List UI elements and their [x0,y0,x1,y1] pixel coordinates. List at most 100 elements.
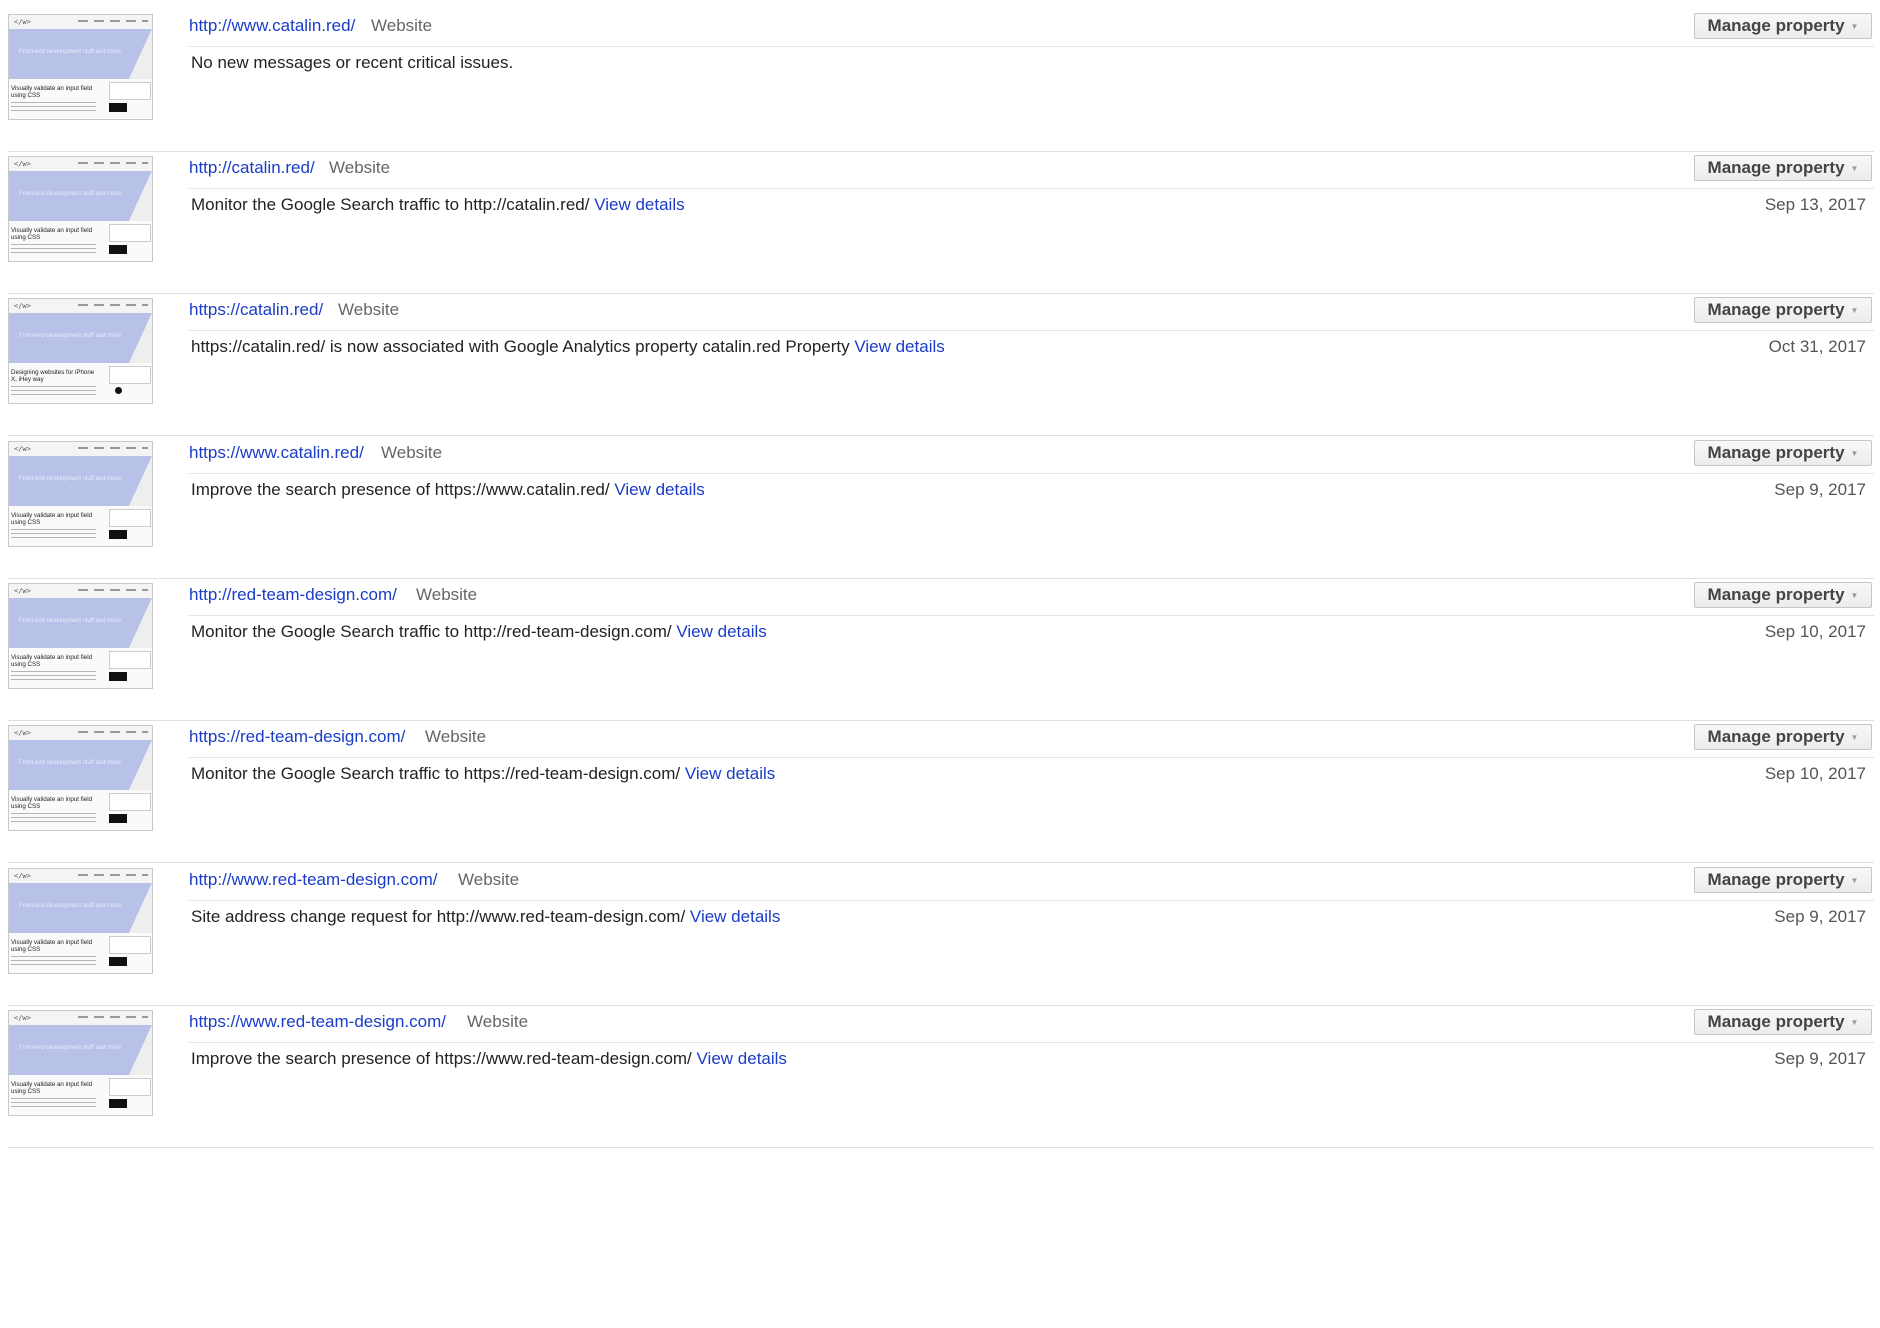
thumbnail-post-title: Visually validate an input field using C… [11,227,93,241]
view-details-link[interactable]: View details [854,337,944,356]
thumbnail-hero: Front-end development stuff and more [9,740,152,790]
thumbnail-nav [78,20,148,22]
manage-property-label: Manage property [1707,585,1845,604]
property-url-link[interactable]: http://www.red-team-design.com/ [189,870,437,890]
message-text: Monitor the Google Search traffic to htt… [191,622,672,641]
property-url-link[interactable]: https://catalin.red/ [189,300,323,320]
message-text: https://catalin.red/ is now associated w… [191,337,850,356]
manage-property-button[interactable]: Manage property ▼ [1694,1009,1872,1035]
message-date: Oct 31, 2017 [1768,337,1866,356]
site-thumbnail[interactable]: </w> Front-end development stuff and mor… [8,583,153,689]
thumbnail-body: Visually validate an input field using C… [9,1075,152,1115]
thumbnail-post-title: Visually validate an input field using C… [11,796,93,810]
thumbnail-hero: Front-end development stuff and more [9,171,152,221]
thumbnail-nav [78,304,148,306]
thumbnail-post-title: Visually validate an input field using C… [11,85,93,99]
thumbnail-sidebar [109,82,151,116]
thumbnail-hero-text: Front-end development stuff and more [19,191,121,197]
site-thumbnail[interactable]: </w> Front-end development stuff and mor… [8,156,153,262]
thumbnail-hero-text: Front-end development stuff and more [19,333,121,339]
thumbnail-hero-text: Front-end development stuff and more [19,903,121,909]
thumbnail-text-lines [11,813,96,825]
property-url-link[interactable]: http://www.catalin.red/ [189,16,355,36]
property-type-label: Website [467,1012,529,1031]
property-message: No new messages or recent critical issue… [191,53,513,73]
manage-property-label: Manage property [1707,727,1845,746]
manage-property-button[interactable]: Manage property ▼ [1694,440,1872,466]
property-type-label: Website [338,300,400,319]
thumbnail-badge [109,672,127,681]
thumbnail-body: Designing websites for iPhone X, iHey wa… [9,363,152,403]
thumbnail-text-lines [11,956,96,968]
site-thumbnail[interactable]: </w> Front-end development stuff and mor… [8,14,153,120]
property-message: Site address change request for http://w… [191,907,780,927]
header-divider [189,46,1874,47]
thumbnail-logo: </w> [14,18,31,26]
thumbnail-logo: </w> [14,1014,31,1022]
thumbnail-hero: Front-end development stuff and more [9,456,152,506]
message-text: Site address change request for http://w… [191,907,686,926]
site-thumbnail[interactable]: </w> Front-end development stuff and mor… [8,1010,153,1116]
message-text: Monitor the Google Search traffic to htt… [191,195,590,214]
site-thumbnail[interactable]: </w> Front-end development stuff and mor… [8,298,153,404]
thumbnail-post-title: Visually validate an input field using C… [11,654,93,668]
view-details-link[interactable]: View details [690,907,780,926]
chevron-down-icon: ▼ [1850,448,1859,458]
chevron-down-icon: ▼ [1850,875,1859,885]
thumbnail-badge [109,814,127,823]
thumbnail-body: Visually validate an input field using C… [9,933,152,973]
property-url-link[interactable]: https://www.catalin.red/ [189,443,364,463]
thumbnail-hero: Front-end development stuff and more [9,598,152,648]
thumbnail-badge [115,387,122,394]
chevron-down-icon: ▼ [1850,732,1859,742]
site-thumbnail[interactable]: </w> Front-end development stuff and mor… [8,441,153,547]
property-url-link[interactable]: https://www.red-team-design.com/ [189,1012,446,1032]
view-details-link[interactable]: View details [685,764,775,783]
thumbnail-text-lines [11,386,96,398]
view-details-link[interactable]: View details [594,195,684,214]
thumbnail-sidebar [109,936,151,970]
thumbnail-logo: </w> [14,729,31,737]
message-date: Sep 9, 2017 [1774,480,1866,499]
view-details-link[interactable]: View details [697,1049,787,1068]
thumbnail-post-title: Visually validate an input field using C… [11,512,93,526]
thumbnail-badge [109,957,127,966]
header-divider [189,757,1874,758]
message-text: Improve the search presence of https://w… [191,1049,692,1068]
message-text: No new messages or recent critical issue… [191,53,514,72]
chevron-down-icon: ▼ [1850,590,1859,600]
manage-property-button[interactable]: Manage property ▼ [1694,297,1872,323]
manage-property-button[interactable]: Manage property ▼ [1694,13,1872,39]
property-url-link[interactable]: http://catalin.red/ [189,158,315,178]
view-details-link[interactable]: View details [614,480,704,499]
thumbnail-text-lines [11,529,96,541]
thumbnail-badge [109,245,127,254]
thumbnail-hero: Front-end development stuff and more [9,313,152,363]
thumbnail-nav [78,589,148,591]
manage-property-button[interactable]: Manage property ▼ [1694,155,1872,181]
thumbnail-sidebar [109,509,151,543]
property-url-link[interactable]: http://red-team-design.com/ [189,585,397,605]
header-divider [189,1042,1874,1043]
thumbnail-nav [78,447,148,449]
manage-property-button[interactable]: Manage property ▼ [1694,582,1872,608]
view-details-link[interactable]: View details [676,622,766,641]
thumbnail-nav [78,731,148,733]
manage-property-button[interactable]: Manage property ▼ [1694,867,1872,893]
thumbnail-text-lines [11,671,96,683]
message-date: Sep 13, 2017 [1764,195,1866,214]
message-date: Sep 10, 2017 [1764,622,1866,641]
thumbnail-subscribe-box [109,793,151,811]
property-message: https://catalin.red/ is now associated w… [191,337,945,357]
message-date: Sep 10, 2017 [1764,764,1866,783]
chevron-down-icon: ▼ [1850,163,1859,173]
thumbnail-hero-text: Front-end development stuff and more [19,1045,121,1051]
manage-property-button[interactable]: Manage property ▼ [1694,724,1872,750]
site-thumbnail[interactable]: </w> Front-end development stuff and mor… [8,868,153,974]
message-text: Monitor the Google Search traffic to htt… [191,764,681,783]
property-url-link[interactable]: https://red-team-design.com/ [189,727,405,747]
thumbnail-nav [78,874,148,876]
header-divider [189,473,1874,474]
site-thumbnail[interactable]: </w> Front-end development stuff and mor… [8,725,153,831]
thumbnail-hero: Front-end development stuff and more [9,29,152,79]
